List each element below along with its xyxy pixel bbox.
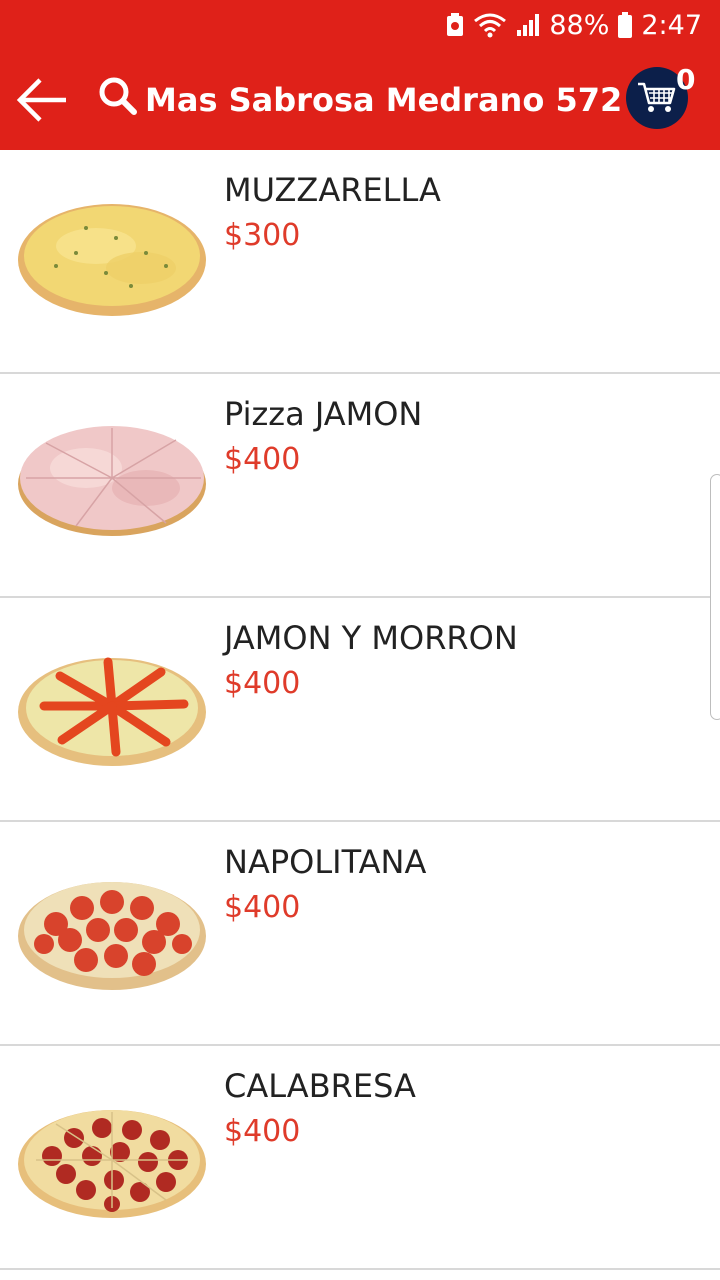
product-item[interactable]: CALABRESA $400 bbox=[0, 1046, 720, 1270]
arrow-left-icon bbox=[16, 78, 66, 122]
product-price: $300 bbox=[224, 218, 301, 253]
product-item[interactable]: NAPOLITANA $400 bbox=[0, 822, 720, 1046]
signal-icon bbox=[517, 14, 540, 36]
cart-count-badge: 0 bbox=[676, 63, 696, 96]
product-price: $400 bbox=[224, 666, 301, 701]
product-name: NAPOLITANA bbox=[224, 843, 427, 881]
product-price: $400 bbox=[224, 442, 301, 477]
pizza-napolitana-image bbox=[18, 882, 206, 990]
back-button[interactable] bbox=[14, 72, 70, 128]
product-item[interactable]: MUZZARELLA $300 bbox=[0, 150, 720, 374]
product-name: CALABRESA bbox=[224, 1067, 416, 1105]
status-bar: 88% 2:47 bbox=[0, 0, 720, 50]
battery-icon bbox=[618, 12, 633, 38]
wifi-icon bbox=[474, 13, 507, 38]
product-item[interactable]: Pizza JAMON $400 bbox=[0, 374, 720, 598]
product-name: Pizza JAMON bbox=[224, 395, 423, 433]
pizza-mozzarella-image bbox=[18, 204, 206, 316]
product-list: MUZZARELLA $300 Pizza JAMON $400 JAMON Y… bbox=[0, 150, 720, 1270]
notification-icon bbox=[447, 13, 464, 36]
scroll-handle[interactable] bbox=[710, 474, 720, 720]
product-item[interactable]: JAMON Y MORRON $400 bbox=[0, 598, 720, 822]
search-icon[interactable] bbox=[98, 76, 138, 116]
shopping-cart-icon bbox=[638, 82, 676, 112]
pizza-ham-image bbox=[18, 426, 206, 536]
pizza-calabresa-image bbox=[18, 1110, 206, 1218]
store-title: Mas Sabrosa Medrano 572 bbox=[145, 81, 623, 119]
clock: 2:47 bbox=[641, 9, 702, 41]
product-name: JAMON Y MORRON bbox=[224, 619, 518, 657]
product-price: $400 bbox=[224, 1114, 301, 1149]
battery-percent: 88% bbox=[549, 9, 610, 41]
pizza-ham-pepper-image bbox=[18, 657, 206, 766]
app-bar: 88% 2:47 Mas Sabrosa Medrano 572 0 bbox=[0, 0, 720, 150]
product-name: MUZZARELLA bbox=[224, 171, 441, 209]
toolbar: Mas Sabrosa Medrano 572 0 bbox=[0, 50, 720, 150]
product-price: $400 bbox=[224, 890, 301, 925]
